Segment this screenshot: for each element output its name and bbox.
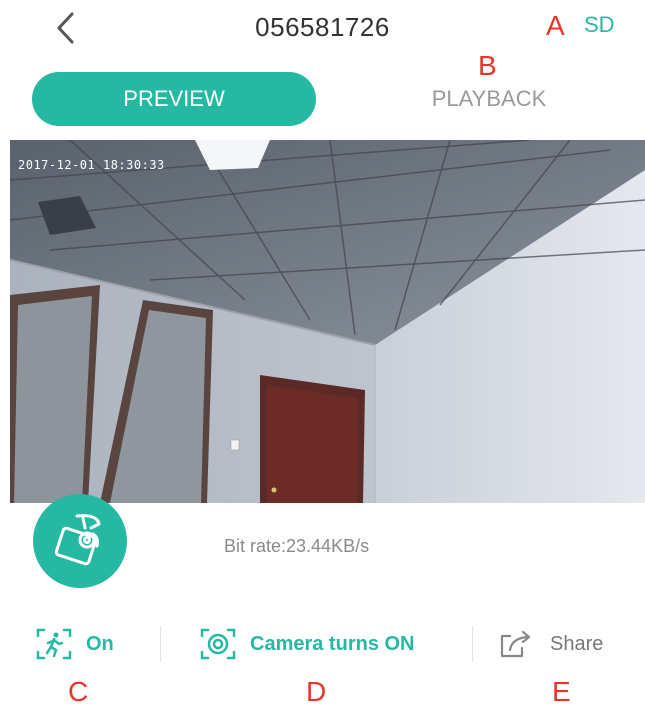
motion-detection-icon xyxy=(36,628,72,660)
video-timestamp: 2017-12-01 18:30:33 xyxy=(18,158,165,172)
annotation-marker-e: E xyxy=(552,676,571,707)
ptz-control-button[interactable] xyxy=(33,494,127,588)
divider xyxy=(160,626,161,662)
motion-detection-toggle[interactable]: On xyxy=(34,622,114,666)
share-label: Share xyxy=(550,632,604,655)
tab-preview-label: PREVIEW xyxy=(123,86,225,111)
tab-playback-label: PLAYBACK xyxy=(431,86,547,111)
tab-preview[interactable]: PREVIEW xyxy=(32,72,316,126)
annotation-marker-a: A xyxy=(546,10,565,41)
divider xyxy=(472,626,473,662)
camera-power-label: Camera turns ON xyxy=(250,632,415,655)
live-video-preview[interactable] xyxy=(10,140,645,503)
camera-power-icon xyxy=(200,628,236,660)
annotation-marker-c: C xyxy=(68,676,89,707)
share-button[interactable]: Share xyxy=(496,622,603,666)
share-icon xyxy=(500,630,531,658)
camera-power-toggle[interactable]: Camera turns ON xyxy=(198,622,415,666)
video-frame-image xyxy=(10,140,645,503)
bit-rate-readout: Bit rate:23.44KB/s xyxy=(224,536,370,556)
sd-quality-button[interactable]: SD xyxy=(584,12,615,38)
ptz-camera-icon xyxy=(54,514,101,566)
tab-playback[interactable]: PLAYBACK xyxy=(372,72,606,126)
motion-detection-label: On xyxy=(86,632,114,655)
annotation-marker-d: D xyxy=(306,676,327,707)
